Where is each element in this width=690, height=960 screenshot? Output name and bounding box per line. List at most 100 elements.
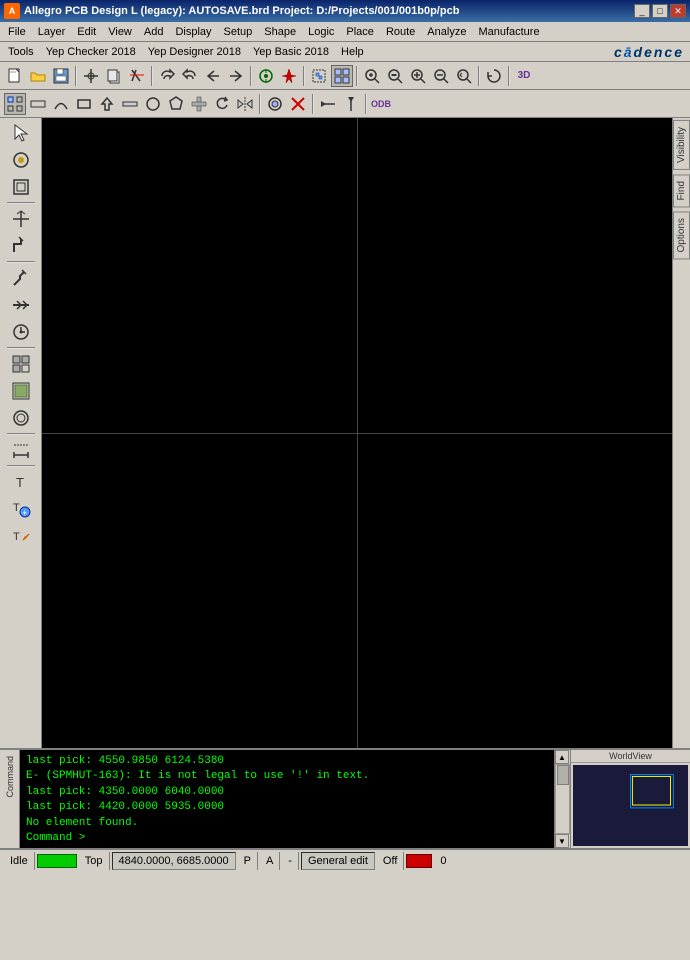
solder-tool[interactable] [6,174,36,200]
back-button[interactable] [202,65,224,87]
window-controls: _ □ ✕ [634,4,686,18]
console-line-1: last pick: 4550.9850 6124.5380 [26,754,548,769]
menu-setup[interactable]: Setup [218,23,259,41]
odb-button[interactable]: ODB [370,93,392,115]
console-line-4: last pick: 4420.0000 5935.0000 [26,800,548,815]
scroll-thumb[interactable] [557,765,569,785]
open-button[interactable] [27,65,49,87]
menu-route[interactable]: Route [380,23,421,41]
visibility-tab[interactable]: Visibility [673,120,690,170]
menu-yep-checker[interactable]: Yep Checker 2018 [40,43,142,61]
delay-tool[interactable] [6,319,36,345]
sep-after-save [75,66,77,86]
menu-display[interactable]: Display [169,23,217,41]
line-btn[interactable] [27,93,49,115]
menu-layer[interactable]: Layer [32,23,72,41]
minimize-button[interactable]: _ [634,4,650,18]
mirror-btn[interactable] [234,93,256,115]
slide-tool[interactable] [6,292,36,318]
scroll-up-btn[interactable]: ▲ [555,750,569,764]
zoom-in2-button[interactable] [407,65,429,87]
circle-btn[interactable] [142,93,164,115]
menu-place[interactable]: Place [340,23,380,41]
new-button[interactable] [4,65,26,87]
canvas-area[interactable] [42,118,672,748]
sep-7 [508,66,510,86]
zoom-out2-button[interactable] [430,65,452,87]
highlight-tool[interactable] [6,147,36,173]
sel-all-button[interactable] [331,65,353,87]
zoom-in-button[interactable] [361,65,383,87]
find-tab[interactable]: Find [673,174,690,207]
cross-btn[interactable] [188,93,210,115]
left-toolbar: T T+ T [0,118,42,748]
delete-btn[interactable] [287,93,309,115]
right-panel: Visibility Find Options [672,118,690,748]
cut-button[interactable] [126,65,148,87]
menu-file[interactable]: File [2,23,32,41]
cadence-logo: cādence [614,44,684,60]
pin-button[interactable] [278,65,300,87]
menu-add[interactable]: Add [138,23,170,41]
measure-tool[interactable] [6,437,36,463]
console-scrollbar[interactable]: ▲ ▼ [554,750,570,848]
ratsnest-button[interactable] [255,65,277,87]
h-line-btn[interactable] [317,93,339,115]
rotate-btn[interactable] [211,93,233,115]
plane-tool[interactable] [6,378,36,404]
refresh-button[interactable] [483,65,505,87]
menu-tools[interactable]: Tools [2,43,40,61]
fwd-button[interactable] [225,65,247,87]
menu-yep-designer[interactable]: Yep Designer 2018 [142,43,247,61]
menu-help[interactable]: Help [335,43,370,61]
add-via-btn[interactable] [264,93,286,115]
redo-button[interactable] [179,65,201,87]
sel-area-button[interactable] [308,65,330,87]
undo-button[interactable] [156,65,178,87]
3d-button[interactable]: 3D [513,65,535,87]
maximize-button[interactable]: □ [652,4,668,18]
options-tab[interactable]: Options [673,211,690,259]
menu-shape[interactable]: Shape [258,23,302,41]
menu-edit[interactable]: Edit [71,23,102,41]
close-button[interactable]: ✕ [670,4,686,18]
snap-button[interactable] [80,65,102,87]
label2-tool[interactable]: T+ [6,496,36,522]
void-tool[interactable] [6,405,36,431]
v-line-btn[interactable] [340,93,362,115]
select-tool[interactable] [6,120,36,146]
v-divider [357,118,358,748]
flood-fill-tool[interactable] [6,351,36,377]
rect-btn[interactable] [73,93,95,115]
menu-yep-basic[interactable]: Yep Basic 2018 [247,43,335,61]
console-prompt[interactable]: Command > [26,831,548,846]
move-btn[interactable] [119,93,141,115]
copy-button[interactable] [103,65,125,87]
save-button[interactable] [50,65,72,87]
menu-analyze[interactable]: Analyze [421,23,472,41]
status-coords: 4840.0000, 6685.0000 [112,852,236,870]
constraint-btn[interactable] [96,93,118,115]
menu-logic[interactable]: Logic [302,23,340,41]
status-idle: Idle [4,852,35,870]
zoom-fit-button[interactable] [384,65,406,87]
status-indicator-green [37,854,77,868]
sep-2 [151,66,153,86]
menu-view[interactable]: View [102,23,138,41]
console-output[interactable]: last pick: 4550.9850 6124.5380 E- (SPMHU… [20,750,554,848]
edit-text-tool[interactable]: T [6,523,36,549]
snap-grid-button[interactable] [4,93,26,115]
scroll-down-btn[interactable]: ▼ [555,834,569,848]
zoom-prev-button[interactable] [453,65,475,87]
console-line-2: E- (SPMHUT-163): It is not legal to use … [26,769,548,784]
status-dash: - [282,852,299,870]
scroll-track[interactable] [555,764,570,834]
label-tool[interactable]: T [6,469,36,495]
minimap-canvas [573,765,688,846]
connect-tool[interactable] [6,265,36,291]
place-comp-tool[interactable] [6,206,36,232]
polygon-btn[interactable] [165,93,187,115]
arc-btn[interactable] [50,93,72,115]
menu-manufacture[interactable]: Manufacture [472,23,545,41]
route-tool[interactable] [6,233,36,259]
